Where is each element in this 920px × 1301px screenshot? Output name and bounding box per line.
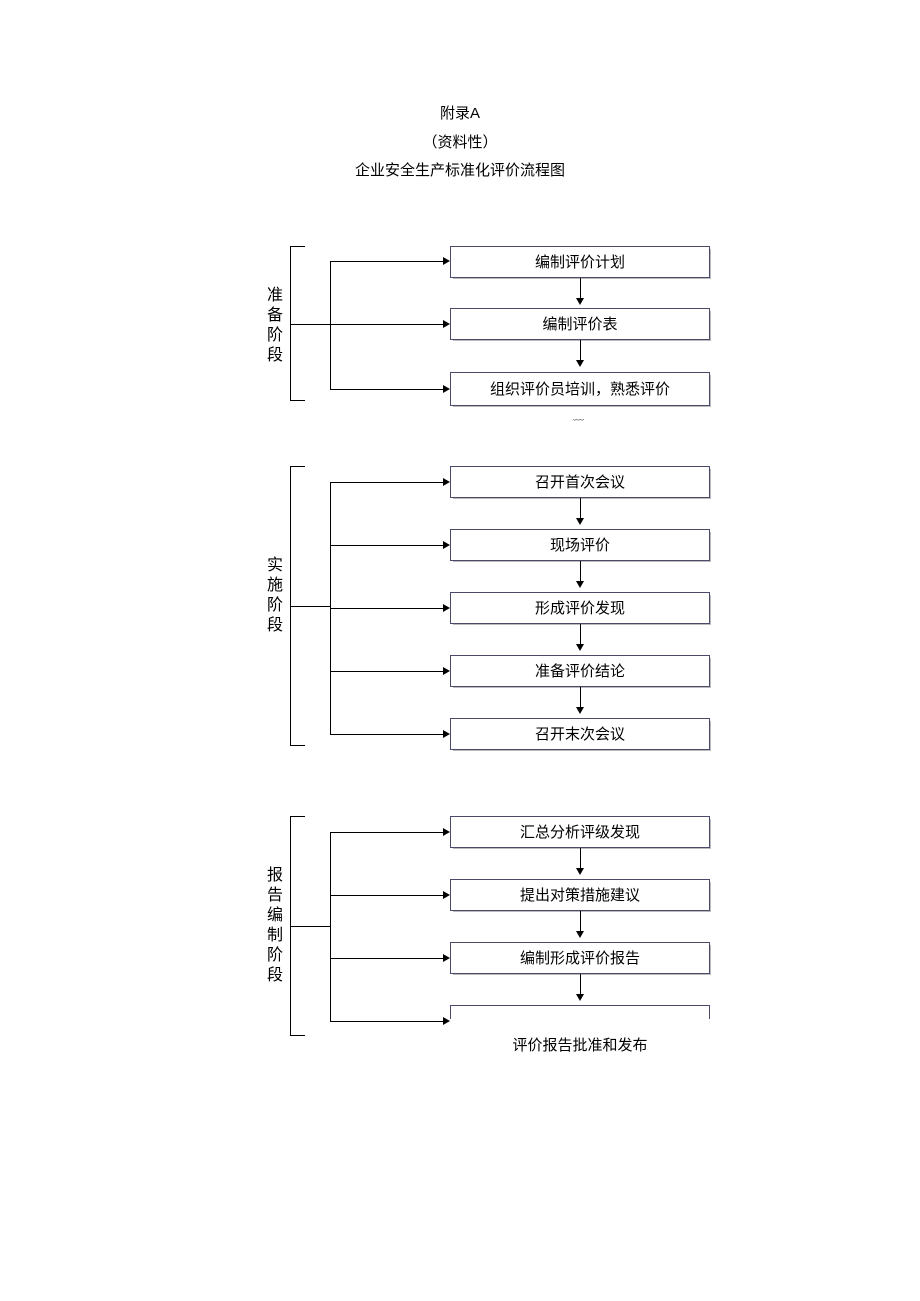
appendix-label: 附录A bbox=[0, 100, 920, 129]
arrow-down-icon bbox=[576, 581, 584, 588]
stage-1-label: 准备阶段 bbox=[260, 286, 284, 366]
arrow-down-icon bbox=[576, 707, 584, 714]
page: 附录A （资料性） 企业安全生产标准化评价流程图 准备阶段 编制评价计划 编制评… bbox=[0, 0, 920, 1226]
arrow-right-icon bbox=[443, 541, 450, 549]
connector bbox=[580, 498, 581, 518]
connector bbox=[330, 1021, 443, 1022]
step-box: 召开末次会议 bbox=[450, 718, 710, 750]
step-text: 召开末次会议 bbox=[535, 723, 625, 744]
stage-3-label: 报告编制阶段 bbox=[260, 866, 284, 986]
arrow-right-icon bbox=[443, 828, 450, 836]
arrow-right-icon bbox=[443, 891, 450, 899]
connector bbox=[330, 324, 443, 325]
connector bbox=[290, 324, 330, 325]
flowchart: 准备阶段 编制评价计划 编制评价表 组织评价员培训，熟悉评价 ﹏ 实施阶段 召开… bbox=[0, 226, 920, 1226]
connector bbox=[330, 832, 331, 1021]
step-box-open bbox=[450, 1005, 710, 1019]
step-box: 提出对策措施建议 bbox=[450, 879, 710, 911]
header: 附录A （资料性） 企业安全生产标准化评价流程图 bbox=[0, 100, 920, 186]
connector bbox=[330, 261, 331, 389]
arrow-down-icon bbox=[576, 994, 584, 1001]
stage-2-label: 实施阶段 bbox=[260, 556, 284, 636]
step-box: 编制评价计划 bbox=[450, 246, 710, 278]
arrow-right-icon bbox=[443, 257, 450, 265]
connector bbox=[330, 958, 443, 959]
arrow-down-icon bbox=[576, 360, 584, 367]
connector bbox=[580, 974, 581, 994]
arrow-down-icon bbox=[576, 868, 584, 875]
step-text: 现场评价 bbox=[550, 534, 610, 555]
step-box: 编制形成评价报告 bbox=[450, 942, 710, 974]
connector bbox=[290, 606, 330, 607]
arrow-down-icon bbox=[576, 931, 584, 938]
connector bbox=[330, 832, 443, 833]
connector bbox=[330, 389, 443, 390]
arrow-right-icon bbox=[443, 478, 450, 486]
connector bbox=[330, 734, 443, 735]
step-box: 汇总分析评级发现 bbox=[450, 816, 710, 848]
step-text: 评价报告批准和发布 bbox=[450, 1034, 710, 1055]
connector bbox=[330, 261, 443, 262]
connector bbox=[580, 340, 581, 360]
step-box: 组织评价员培训，熟悉评价 bbox=[450, 372, 710, 406]
step-text: 汇总分析评级发现 bbox=[520, 821, 640, 842]
step-box: 召开首次会议 bbox=[450, 466, 710, 498]
step-box: 现场评价 bbox=[450, 529, 710, 561]
step-box: 准备评价结论 bbox=[450, 655, 710, 687]
step-text: 准备评价结论 bbox=[535, 660, 625, 681]
arrow-right-icon bbox=[443, 730, 450, 738]
arrow-down-icon bbox=[576, 644, 584, 651]
arrow-down-icon bbox=[576, 518, 584, 525]
informative-label: （资料性） bbox=[0, 129, 920, 158]
connector bbox=[580, 624, 581, 644]
step-box: 编制评价表 bbox=[450, 308, 710, 340]
connector bbox=[580, 911, 581, 931]
arrow-right-icon bbox=[443, 320, 450, 328]
connector bbox=[580, 848, 581, 868]
arrow-right-icon bbox=[443, 385, 450, 393]
connector bbox=[330, 671, 443, 672]
step-text: 编制评价计划 bbox=[535, 251, 625, 272]
step-text: 提出对策措施建议 bbox=[520, 884, 640, 905]
step-box: 形成评价发现 bbox=[450, 592, 710, 624]
connector bbox=[330, 895, 443, 896]
arrow-right-icon bbox=[443, 667, 450, 675]
step-text: 编制评价表 bbox=[542, 313, 617, 334]
step-text: 形成评价发现 bbox=[535, 597, 625, 618]
connector bbox=[580, 278, 581, 298]
arrow-right-icon bbox=[443, 604, 450, 612]
arrow-right-icon bbox=[443, 1017, 450, 1025]
connector bbox=[290, 926, 330, 927]
step-text: 组织评价员培训，熟悉评价 bbox=[490, 378, 670, 399]
arrow-right-icon bbox=[443, 954, 450, 962]
truncation-mark: ﹏ bbox=[573, 407, 584, 423]
title: 企业安全生产标准化评价流程图 bbox=[0, 157, 920, 186]
connector bbox=[330, 545, 443, 546]
arrow-down-icon bbox=[576, 298, 584, 305]
connector bbox=[330, 482, 443, 483]
connector bbox=[580, 687, 581, 707]
step-text: 召开首次会议 bbox=[535, 471, 625, 492]
connector bbox=[330, 608, 443, 609]
connector bbox=[580, 561, 581, 581]
step-text: 编制形成评价报告 bbox=[520, 947, 640, 968]
